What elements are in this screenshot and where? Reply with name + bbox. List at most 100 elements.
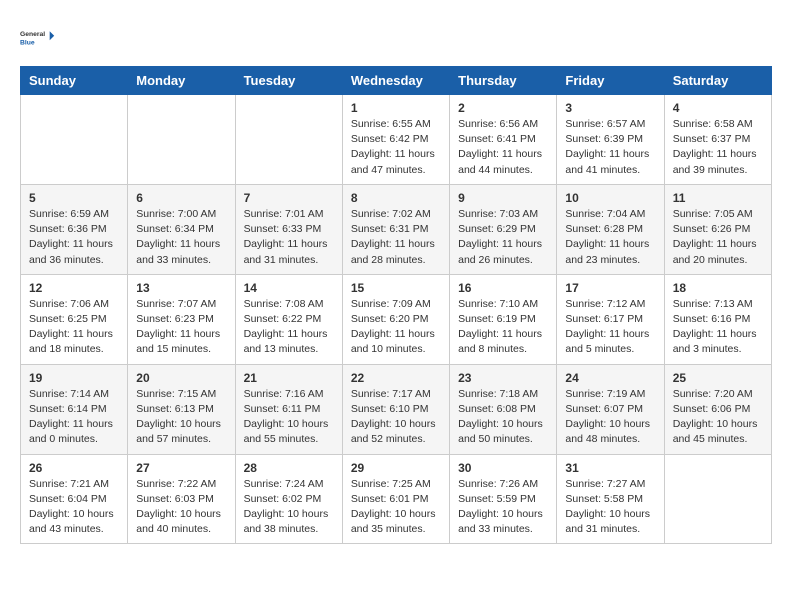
day-info: Sunrise: 7:21 AMSunset: 6:04 PMDaylight:… bbox=[29, 477, 119, 538]
day-info: Sunrise: 7:02 AMSunset: 6:31 PMDaylight:… bbox=[351, 207, 441, 268]
day-info: Sunrise: 6:55 AMSunset: 6:42 PMDaylight:… bbox=[351, 117, 441, 178]
day-number: 24 bbox=[565, 371, 655, 385]
day-number: 11 bbox=[673, 191, 763, 205]
day-info: Sunrise: 7:26 AMSunset: 5:59 PMDaylight:… bbox=[458, 477, 548, 538]
day-info: Sunrise: 7:00 AMSunset: 6:34 PMDaylight:… bbox=[136, 207, 226, 268]
day-number: 20 bbox=[136, 371, 226, 385]
day-info: Sunrise: 7:10 AMSunset: 6:19 PMDaylight:… bbox=[458, 297, 548, 358]
calendar-cell: 16 Sunrise: 7:10 AMSunset: 6:19 PMDayligh… bbox=[450, 274, 557, 364]
day-number: 28 bbox=[244, 461, 334, 475]
svg-text:Blue: Blue bbox=[20, 39, 35, 46]
calendar-cell: 4Sunrise: 6:58 AMSunset: 6:37 PMDaylight… bbox=[664, 95, 771, 185]
day-info: Sunrise: 6:56 AMSunset: 6:41 PMDaylight:… bbox=[458, 117, 548, 178]
day-info: Sunrise: 7:08 AMSunset: 6:22 PMDaylight:… bbox=[244, 297, 334, 358]
day-number: 8 bbox=[351, 191, 441, 205]
calendar-header-row: SundayMondayTuesdayWednesdayThursdayFrid… bbox=[21, 67, 772, 95]
day-info: Sunrise: 7:14 AMSunset: 6:14 PMDaylight:… bbox=[29, 387, 119, 448]
day-info: Sunrise: 7:15 AMSunset: 6:13 PMDaylight:… bbox=[136, 387, 226, 448]
calendar-week-row: 12Sunrise: 7:06 AMSunset: 6:25 PMDayligh… bbox=[21, 274, 772, 364]
calendar-cell: 27Sunrise: 7:22 AMSunset: 6:03 PMDayligh… bbox=[128, 454, 235, 544]
day-info: Sunrise: 7:18 AMSunset: 6:08 PMDaylight:… bbox=[458, 387, 548, 448]
svg-text:General: General bbox=[20, 31, 45, 38]
day-number: 1 bbox=[351, 101, 441, 115]
day-number: 16 bbox=[458, 281, 548, 295]
calendar-cell bbox=[235, 95, 342, 185]
calendar-week-row: 26 Sunrise: 7:21 AMSunset: 6:04 PMDayligh… bbox=[21, 454, 772, 544]
day-number: 23 bbox=[458, 371, 548, 385]
day-info: Sunrise: 7:22 AMSunset: 6:03 PMDaylight:… bbox=[136, 477, 226, 538]
calendar-cell: 3 Sunrise: 6:57 AMSunset: 6:39 PMDaylight… bbox=[557, 95, 664, 185]
day-info: Sunrise: 6:58 AMSunset: 6:37 PMDaylight:… bbox=[673, 117, 763, 178]
day-info: Sunrise: 7:20 AMSunset: 6:06 PMDaylight:… bbox=[673, 387, 763, 448]
calendar-cell: 19Sunrise: 7:14 AMSunset: 6:14 PMDayligh… bbox=[21, 364, 128, 454]
day-of-week-header: Monday bbox=[128, 67, 235, 95]
day-info: Sunrise: 7:16 AMSunset: 6:11 PMDaylight:… bbox=[244, 387, 334, 448]
calendar-cell: 18Sunrise: 7:13 AMSunset: 6:16 PMDayligh… bbox=[664, 274, 771, 364]
day-number: 12 bbox=[29, 281, 119, 295]
day-number: 30 bbox=[458, 461, 548, 475]
page-header: GeneralBlue bbox=[20, 20, 772, 56]
calendar-cell bbox=[128, 95, 235, 185]
day-info: Sunrise: 7:09 AMSunset: 6:20 PMDaylight:… bbox=[351, 297, 441, 358]
day-number: 2 bbox=[458, 101, 548, 115]
day-of-week-header: Sunday bbox=[21, 67, 128, 95]
day-number: 17 bbox=[565, 281, 655, 295]
calendar-cell: 29 Sunrise: 7:25 AMSunset: 6:01 PMDayligh… bbox=[342, 454, 449, 544]
calendar-cell: 14 Sunrise: 7:08 AMSunset: 6:22 PMDayligh… bbox=[235, 274, 342, 364]
day-number: 29 bbox=[351, 461, 441, 475]
day-number: 22 bbox=[351, 371, 441, 385]
day-info: Sunrise: 6:57 AMSunset: 6:39 PMDaylight:… bbox=[565, 117, 655, 178]
calendar-cell: 10 Sunrise: 7:04 AMSunset: 6:28 PMDayligh… bbox=[557, 184, 664, 274]
day-number: 21 bbox=[244, 371, 334, 385]
day-info: Sunrise: 7:19 AMSunset: 6:07 PMDaylight:… bbox=[565, 387, 655, 448]
day-number: 7 bbox=[244, 191, 334, 205]
calendar-cell: 15Sunrise: 7:09 AMSunset: 6:20 PMDayligh… bbox=[342, 274, 449, 364]
calendar-cell: 8 Sunrise: 7:02 AMSunset: 6:31 PMDaylight… bbox=[342, 184, 449, 274]
calendar-cell: 20 Sunrise: 7:15 AMSunset: 6:13 PMDayligh… bbox=[128, 364, 235, 454]
calendar-cell bbox=[21, 95, 128, 185]
day-of-week-header: Saturday bbox=[664, 67, 771, 95]
day-of-week-header: Wednesday bbox=[342, 67, 449, 95]
calendar-cell: 24 Sunrise: 7:19 AMSunset: 6:07 PMDayligh… bbox=[557, 364, 664, 454]
calendar-cell: 25 Sunrise: 7:20 AMSunset: 6:06 PMDayligh… bbox=[664, 364, 771, 454]
day-info: Sunrise: 7:24 AMSunset: 6:02 PMDaylight:… bbox=[244, 477, 334, 538]
day-info: Sunrise: 6:59 AMSunset: 6:36 PMDaylight:… bbox=[29, 207, 119, 268]
day-of-week-header: Friday bbox=[557, 67, 664, 95]
calendar-cell: 31Sunrise: 7:27 AMSunset: 5:58 PMDayligh… bbox=[557, 454, 664, 544]
day-of-week-header: Thursday bbox=[450, 67, 557, 95]
day-number: 9 bbox=[458, 191, 548, 205]
day-number: 31 bbox=[565, 461, 655, 475]
calendar-cell: 5Sunrise: 6:59 AMSunset: 6:36 PMDaylight… bbox=[21, 184, 128, 274]
day-info: Sunrise: 7:13 AMSunset: 6:16 PMDaylight:… bbox=[673, 297, 763, 358]
day-info: Sunrise: 7:05 AMSunset: 6:26 PMDaylight:… bbox=[673, 207, 763, 268]
calendar-cell bbox=[664, 454, 771, 544]
day-number: 25 bbox=[673, 371, 763, 385]
day-info: Sunrise: 7:04 AMSunset: 6:28 PMDaylight:… bbox=[565, 207, 655, 268]
calendar-week-row: 1 Sunrise: 6:55 AMSunset: 6:42 PMDaylight… bbox=[21, 95, 772, 185]
calendar-cell: 23 Sunrise: 7:18 AMSunset: 6:08 PMDayligh… bbox=[450, 364, 557, 454]
day-info: Sunrise: 7:17 AMSunset: 6:10 PMDaylight:… bbox=[351, 387, 441, 448]
calendar-cell: 6Sunrise: 7:00 AMSunset: 6:34 PMDaylight… bbox=[128, 184, 235, 274]
calendar-cell: 21 Sunrise: 7:16 AMSunset: 6:11 PMDayligh… bbox=[235, 364, 342, 454]
calendar-cell: 22 Sunrise: 7:17 AMSunset: 6:10 PMDayligh… bbox=[342, 364, 449, 454]
calendar-cell: 30 Sunrise: 7:26 AMSunset: 5:59 PMDayligh… bbox=[450, 454, 557, 544]
day-number: 10 bbox=[565, 191, 655, 205]
calendar-cell: 9 Sunrise: 7:03 AMSunset: 6:29 PMDaylight… bbox=[450, 184, 557, 274]
logo-icon: GeneralBlue bbox=[20, 20, 56, 56]
calendar-table: SundayMondayTuesdayWednesdayThursdayFrid… bbox=[20, 66, 772, 544]
calendar-week-row: 19Sunrise: 7:14 AMSunset: 6:14 PMDayligh… bbox=[21, 364, 772, 454]
calendar-cell: 12Sunrise: 7:06 AMSunset: 6:25 PMDayligh… bbox=[21, 274, 128, 364]
day-number: 14 bbox=[244, 281, 334, 295]
day-of-week-header: Tuesday bbox=[235, 67, 342, 95]
day-number: 13 bbox=[136, 281, 226, 295]
day-info: Sunrise: 7:03 AMSunset: 6:29 PMDaylight:… bbox=[458, 207, 548, 268]
calendar-cell: 17Sunrise: 7:12 AMSunset: 6:17 PMDayligh… bbox=[557, 274, 664, 364]
calendar-cell: 26 Sunrise: 7:21 AMSunset: 6:04 PMDayligh… bbox=[21, 454, 128, 544]
day-number: 26 bbox=[29, 461, 119, 475]
day-number: 3 bbox=[565, 101, 655, 115]
calendar-cell: 13Sunrise: 7:07 AMSunset: 6:23 PMDayligh… bbox=[128, 274, 235, 364]
calendar-cell: 28 Sunrise: 7:24 AMSunset: 6:02 PMDayligh… bbox=[235, 454, 342, 544]
logo: GeneralBlue bbox=[20, 20, 56, 56]
day-info: Sunrise: 7:25 AMSunset: 6:01 PMDaylight:… bbox=[351, 477, 441, 538]
calendar-week-row: 5Sunrise: 6:59 AMSunset: 6:36 PMDaylight… bbox=[21, 184, 772, 274]
